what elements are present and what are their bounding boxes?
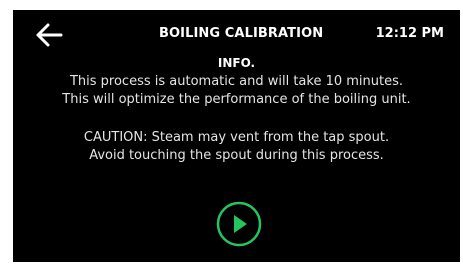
start-calibration-button[interactable] [215,200,263,248]
caution-line-1: CAUTION: Steam may vent from the tap spo… [83,130,390,145]
info-heading: INFO. [217,56,256,70]
page-title: BOILING CALIBRATION [159,26,324,41]
caution-line-2: Avoid touching the spout during this pro… [89,148,384,163]
arrow-left-icon [36,23,63,47]
calibration-screen: BOILING CALIBRATION 12:12 PM INFO. This … [13,10,460,262]
clock-time: 12:12 PM [375,26,444,41]
back-button[interactable] [35,22,63,48]
play-icon [216,201,262,247]
info-line-2: This will optimize the performance of th… [62,92,411,107]
info-line-1: This process is automatic and will take … [69,74,404,89]
